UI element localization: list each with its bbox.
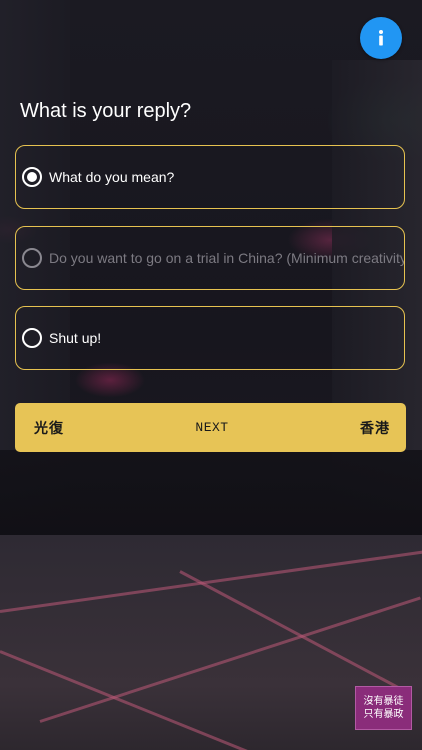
radio-button-selected[interactable] [22, 167, 42, 187]
option-trial-in-china[interactable]: Do you want to go on a trial in China? (… [15, 226, 405, 290]
background-crowd [0, 450, 422, 540]
next-right-text: 香港 [360, 419, 390, 436]
next-label: NEXT [195, 420, 229, 435]
radio-button[interactable] [22, 328, 42, 348]
radio-button[interactable] [22, 248, 42, 268]
option-what-do-you-mean[interactable]: What do you mean? [15, 145, 405, 209]
logo-line-1: 沒有暴徒 [363, 696, 404, 707]
info-button[interactable] [360, 17, 402, 59]
option-shut-up[interactable]: Shut up! [15, 306, 405, 370]
next-left-text: 光復 [34, 419, 64, 436]
option-label: What do you mean? [49, 169, 175, 185]
question-title: What is your reply? [20, 100, 192, 122]
logo-badge: 沒有暴徒 只有暴政 [355, 686, 412, 730]
option-label: Do you want to go on a trial in China? (… [49, 250, 404, 266]
option-label: Shut up! [49, 330, 102, 346]
next-button[interactable]: 光復 NEXT 香港 [15, 403, 406, 452]
info-icon [379, 30, 383, 46]
logo-line-2: 只有暴政 [363, 709, 404, 720]
